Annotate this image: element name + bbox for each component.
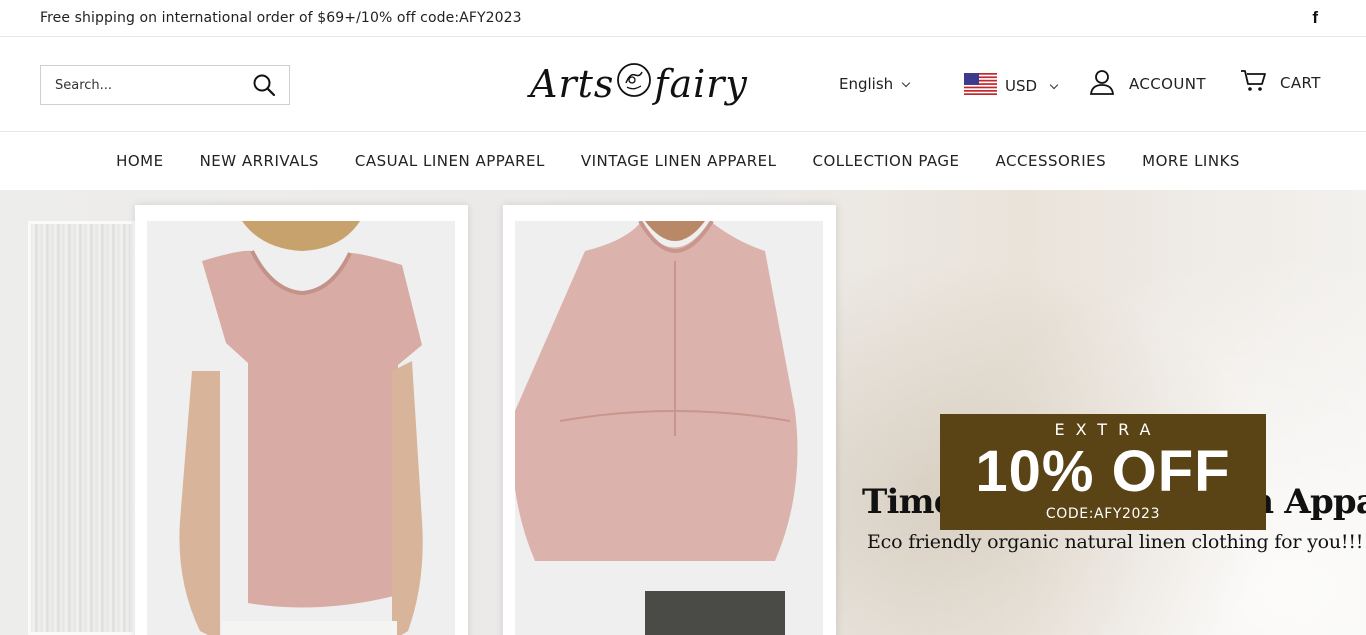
- cart-link[interactable]: CART: [1240, 69, 1321, 97]
- nav-item-vintage-linen-apparel[interactable]: VINTAGE LINEN APPAREL: [581, 152, 777, 170]
- search-input[interactable]: [41, 66, 239, 104]
- announcement-text: Free shipping on international order of …: [40, 10, 522, 26]
- search-box: [40, 65, 290, 105]
- nav-item-accessories[interactable]: ACCESSORIES: [996, 152, 1107, 170]
- search-icon[interactable]: [239, 66, 289, 104]
- nav-item-new-arrivals[interactable]: NEW ARRIVALS: [200, 152, 319, 170]
- language-label: English: [839, 75, 894, 93]
- promo-code: CODE:AFY2023: [1045, 506, 1161, 522]
- product-photo-pink-linen-tshirt: [147, 221, 455, 635]
- promo-extra-label: EXTRA: [1054, 420, 1162, 439]
- site-header: Arts fairy English USD ACCOUNT CART: [0, 37, 1366, 132]
- dried-flowers-background: [836, 190, 1366, 635]
- cart-icon: [1240, 69, 1266, 97]
- account-label: ACCOUNT: [1129, 75, 1206, 93]
- logo-fairy-icon: [615, 61, 653, 108]
- wood-panel-decoration: [28, 221, 136, 635]
- chevron-down-icon: [901, 78, 911, 87]
- nav-item-home[interactable]: HOME: [116, 152, 164, 170]
- account-link[interactable]: ACCOUNT: [1089, 69, 1206, 99]
- site-logo[interactable]: Arts fairy: [530, 59, 748, 109]
- currency-selector[interactable]: USD: [964, 73, 1059, 99]
- user-icon: [1089, 69, 1115, 99]
- nav-item-more-links[interactable]: MORE LINKS: [1142, 152, 1240, 170]
- logo-text-right: fairy: [654, 62, 748, 106]
- currency-label: USD: [1005, 77, 1038, 95]
- logo-text-left: Arts: [530, 62, 615, 106]
- language-selector[interactable]: English: [839, 75, 911, 93]
- product-photo-pink-linen-blouse: [515, 221, 823, 635]
- product-card-blouse[interactable]: [503, 205, 836, 635]
- hero-banner[interactable]: Timeless Casual Linen Apparel Eco friend…: [0, 190, 1366, 635]
- facebook-icon[interactable]: f: [1312, 8, 1318, 28]
- nav-item-casual-linen-apparel[interactable]: CASUAL LINEN APPAREL: [355, 152, 545, 170]
- product-card-tshirt[interactable]: [135, 205, 468, 635]
- cart-label: CART: [1280, 74, 1321, 92]
- hero-subline: Eco friendly organic natural linen cloth…: [867, 531, 1364, 553]
- us-flag-icon: [964, 73, 997, 99]
- chevron-down-icon: [1049, 80, 1059, 89]
- main-nav: HOME NEW ARRIVALS CASUAL LINEN APPAREL V…: [0, 132, 1366, 189]
- promo-discount: 10% OFF: [975, 439, 1231, 504]
- promo-badge[interactable]: EXTRA 10% OFF CODE:AFY2023: [940, 414, 1266, 530]
- nav-item-collection-page[interactable]: COLLECTION PAGE: [813, 152, 960, 170]
- announcement-bar: Free shipping on international order of …: [0, 0, 1366, 37]
